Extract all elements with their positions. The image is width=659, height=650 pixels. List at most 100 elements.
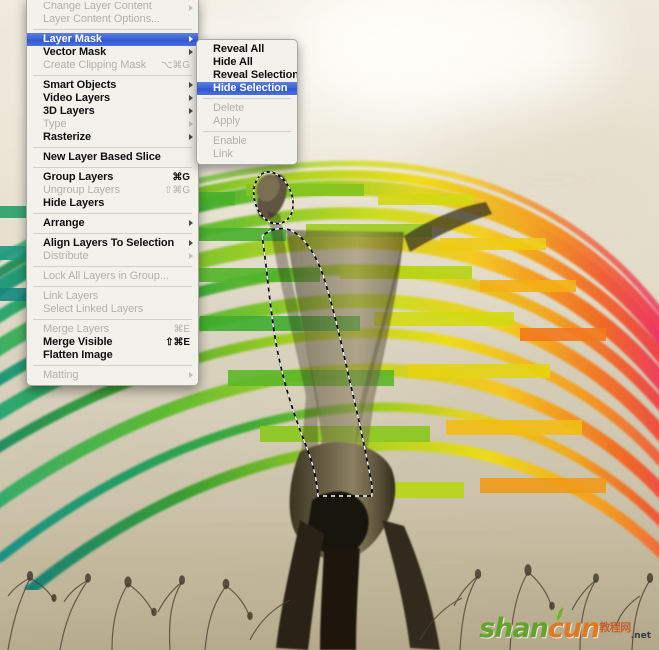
menu-item-label: Video Layers [43,92,111,104]
menu-item-vector-mask[interactable]: Vector Mask [27,46,198,59]
menu-item-label: Hide Selection [213,82,288,94]
menu-item-label: Smart Objects [43,79,117,91]
menu-item-type[interactable]: Type [27,118,198,131]
watermark-tld: .net [630,631,651,641]
menu-item-label: Reveal All [213,43,265,55]
watermark-word-1: shan [479,613,549,645]
menu-item-label: Group Layers [43,171,114,183]
menu-item-label: Apply [213,115,241,127]
submenu-item-hide-selection[interactable]: Hide Selection [197,82,297,95]
menu-item-label: Enable [213,135,247,147]
menu-item-label: Vector Mask [43,46,107,58]
menu-item-matting[interactable]: Matting [27,369,198,382]
menu-separator [33,75,192,76]
menu-item-label: New Layer Based Slice [43,151,161,163]
menu-separator [33,167,192,168]
menu-item-label: Arrange [43,217,85,229]
menu-item-link-layers[interactable]: Link Layers [27,290,198,303]
menu-item-new-layer-based-slice[interactable]: New Layer Based Slice [27,151,198,164]
menu-item-label: Link [213,148,233,160]
menu-item-layer-content-options[interactable]: Layer Content Options... [27,13,198,26]
menu-separator [33,286,192,287]
site-watermark: shan cun 教程网 .net [479,607,651,645]
menu-item-label: Delete [213,102,245,114]
menu-item-align-layers-to-selection[interactable]: Align Layers To Selection [27,237,198,250]
menu-item-lock-all-layers-in-group[interactable]: Lock All Layers in Group... [27,270,198,283]
menu-item-label: Reveal Selection [213,69,298,81]
submenu-item-reveal-selection[interactable]: Reveal Selection [197,69,297,82]
chevron-right-icon [189,5,193,11]
menu-item-label: Merge Visible [43,336,113,348]
menu-item-label: Ungroup Layers [43,184,120,196]
menu-item-label: Matting [43,369,79,381]
chevron-right-icon [189,134,193,140]
menu-item-group-layers[interactable]: Group Layers ⌘G [27,171,198,184]
menu-item-label: Layer Content Options... [43,13,160,25]
menu-item-label: Distribute [43,250,89,262]
chevron-right-icon [189,121,193,127]
chevron-right-icon [189,240,193,246]
menu-item-label: Select Linked Layers [43,303,144,315]
menu-shortcut: ⌘G [172,172,190,183]
chevron-right-icon [189,220,193,226]
menu-separator [33,233,192,234]
submenu-item-hide-all[interactable]: Hide All [197,56,297,69]
menu-shortcut: ⇧⌘G [164,185,190,196]
layer-mask-submenu[interactable]: Reveal All Hide All Reveal Selection Hid… [196,39,298,165]
layer-menu[interactable]: Change Layer Content Layer Content Optio… [26,0,199,386]
menu-separator [33,213,192,214]
chevron-right-icon [189,372,193,378]
menu-item-flatten-image[interactable]: Flatten Image [27,349,198,362]
menu-item-ungroup-layers[interactable]: Ungroup Layers ⇧⌘G [27,184,198,197]
menu-item-video-layers[interactable]: Video Layers [27,92,198,105]
chevron-right-icon [189,49,193,55]
submenu-item-apply[interactable]: Apply [197,115,297,128]
menu-separator [33,319,192,320]
menu-shortcut: ⌘E [173,324,191,335]
menu-item-distribute[interactable]: Distribute [27,250,198,263]
menu-item-arrange[interactable]: Arrange [27,217,198,230]
submenu-item-enable[interactable]: Enable [197,135,297,148]
menu-item-label: Lock All Layers in Group... [43,270,169,282]
chevron-right-icon [189,36,193,42]
menu-item-label: 3D Layers [43,105,95,117]
screenshot-root: Change Layer Content Layer Content Optio… [0,0,659,650]
menu-item-hide-layers[interactable]: Hide Layers [27,197,198,210]
menu-item-label: Type [43,118,67,130]
menu-separator [33,29,192,30]
menu-separator [33,266,192,267]
submenu-item-delete[interactable]: Delete [197,102,297,115]
menu-item-label: Merge Layers [43,323,110,335]
menu-item-label: Hide All [213,56,253,68]
submenu-item-link[interactable]: Link [197,148,297,161]
chevron-right-icon [189,253,193,259]
menu-shortcut: ⌥⌘G [160,60,190,71]
menu-item-label: Create Clipping Mask [43,59,147,71]
menu-item-label: Align Layers To Selection [43,237,175,249]
menu-item-layer-mask[interactable]: Layer Mask [27,33,198,46]
menu-item-label: Hide Layers [43,197,105,209]
menu-item-3d-layers[interactable]: 3D Layers [27,105,198,118]
menu-separator [203,131,291,132]
chevron-right-icon [189,82,193,88]
menu-item-rasterize[interactable]: Rasterize [27,131,198,144]
leaf-icon [552,607,564,621]
chevron-right-icon [189,95,193,101]
menu-separator [33,147,192,148]
menu-shortcut: ⇧⌘E [165,337,190,348]
menu-item-select-linked-layers[interactable]: Select Linked Layers [27,303,198,316]
menu-separator [203,98,291,99]
menu-item-change-layer-content[interactable]: Change Layer Content [27,2,198,13]
menu-item-merge-layers[interactable]: Merge Layers ⌘E [27,323,198,336]
submenu-item-reveal-all[interactable]: Reveal All [197,43,297,56]
menu-item-label: Change Layer Content [43,2,152,12]
menu-item-label: Rasterize [43,131,92,143]
menu-separator [33,365,192,366]
menu-item-create-clipping-mask[interactable]: Create Clipping Mask ⌥⌘G [27,59,198,72]
menu-item-smart-objects[interactable]: Smart Objects [27,79,198,92]
menu-item-label: Layer Mask [43,33,102,45]
watermark-chinese: 教程网 [599,621,631,634]
menu-item-merge-visible[interactable]: Merge Visible ⇧⌘E [27,336,198,349]
menu-item-label: Link Layers [43,290,99,302]
menu-item-label: Flatten Image [43,349,113,361]
